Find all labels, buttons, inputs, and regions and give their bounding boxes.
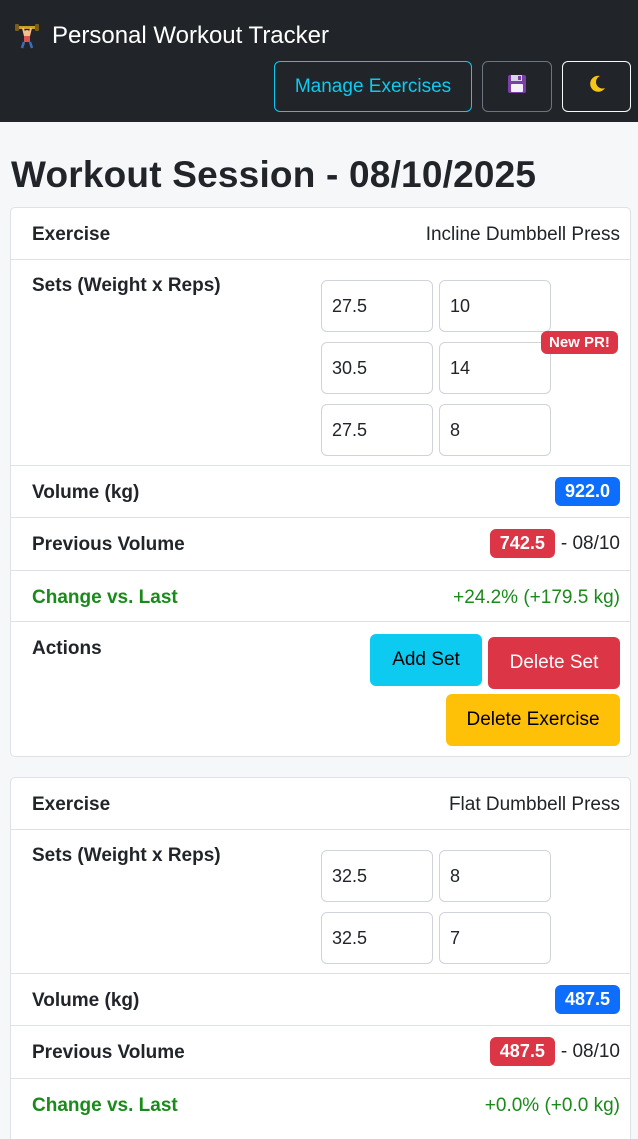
theme-toggle-button[interactable]: [562, 61, 631, 112]
change-row: Change vs. Last +0.0% (+0.0 kg): [11, 1079, 630, 1130]
exercise-name: Flat Dumbbell Press: [448, 794, 620, 815]
volume-row: Volume (kg) 922.0: [11, 466, 630, 518]
volume-label: Volume (kg): [32, 482, 140, 503]
moon-icon: [587, 74, 607, 100]
reps-input[interactable]: [439, 280, 551, 332]
add-set-button[interactable]: Add Set: [370, 634, 482, 686]
previous-volume-label: Previous Volume: [32, 534, 185, 555]
delete-set-button[interactable]: Delete Set: [488, 637, 620, 689]
weight-input[interactable]: [321, 404, 433, 456]
previous-volume-date: - 08/10: [560, 1040, 620, 1062]
reps-input[interactable]: [439, 342, 551, 394]
previous-volume-badge: 742.5: [489, 529, 555, 558]
exercise-card: Exercise Flat Dumbbell Press Sets (Weigh…: [10, 777, 631, 1139]
page-title: Workout Session - 08/10/2025: [11, 154, 537, 195]
change-value: +0.0% (+0.0 kg): [484, 1095, 620, 1116]
weightlifter-icon: [14, 23, 40, 49]
reps-input[interactable]: [439, 850, 551, 902]
volume-row: Volume (kg) 487.5: [11, 974, 630, 1026]
change-label: Change vs. Last: [32, 587, 178, 608]
previous-volume-badge: 487.5: [489, 1037, 555, 1066]
app-title: Personal Workout Tracker: [52, 22, 329, 49]
volume-badge: 922.0: [554, 477, 620, 506]
brand[interactable]: Personal Workout Tracker: [14, 22, 329, 50]
weight-input[interactable]: [321, 912, 433, 964]
exercise-name: Incline Dumbbell Press: [425, 224, 620, 245]
exercise-label: Exercise: [32, 224, 111, 245]
reps-input[interactable]: [439, 912, 551, 964]
actions-label: Actions: [32, 638, 102, 659]
change-value: +24.2% (+179.5 kg): [453, 587, 620, 608]
sets-row: Sets (Weight x Reps) New PR!: [11, 260, 630, 466]
change-row: Change vs. Last +24.2% (+179.5 kg): [11, 571, 630, 622]
volume-label: Volume (kg): [32, 990, 140, 1011]
previous-volume-row: Previous Volume 742.5 - 08/10: [11, 518, 630, 571]
new-pr-badge: New PR!: [541, 331, 618, 354]
manage-exercises-button[interactable]: Manage Exercises: [274, 61, 472, 112]
change-label: Change vs. Last: [32, 1095, 178, 1116]
exercise-row: Exercise Flat Dumbbell Press: [11, 778, 630, 830]
volume-badge: 487.5: [554, 985, 620, 1014]
save-button[interactable]: [482, 61, 552, 112]
previous-volume-row: Previous Volume 487.5 - 08/10: [11, 1026, 630, 1079]
actions-row: Actions Add Set Delete Set Delete Exerci…: [11, 622, 630, 756]
weight-input[interactable]: [321, 850, 433, 902]
delete-exercise-button[interactable]: Delete Exercise: [446, 694, 620, 746]
previous-volume-label: Previous Volume: [32, 1042, 185, 1063]
sets-label: Sets (Weight x Reps): [32, 275, 221, 296]
exercise-card: Exercise Incline Dumbbell Press Sets (We…: [10, 207, 631, 757]
exercise-label: Exercise: [32, 794, 111, 815]
floppy-disk-icon: [507, 74, 527, 100]
weight-input[interactable]: [321, 342, 433, 394]
reps-input[interactable]: [439, 404, 551, 456]
exercise-row: Exercise Incline Dumbbell Press: [11, 208, 630, 260]
sets-row: Sets (Weight x Reps): [11, 830, 630, 974]
sets-label: Sets (Weight x Reps): [32, 845, 221, 866]
weight-input[interactable]: [321, 280, 433, 332]
previous-volume-date: - 08/10: [560, 532, 620, 554]
navbar: Personal Workout Tracker Manage Exercise…: [0, 0, 638, 122]
